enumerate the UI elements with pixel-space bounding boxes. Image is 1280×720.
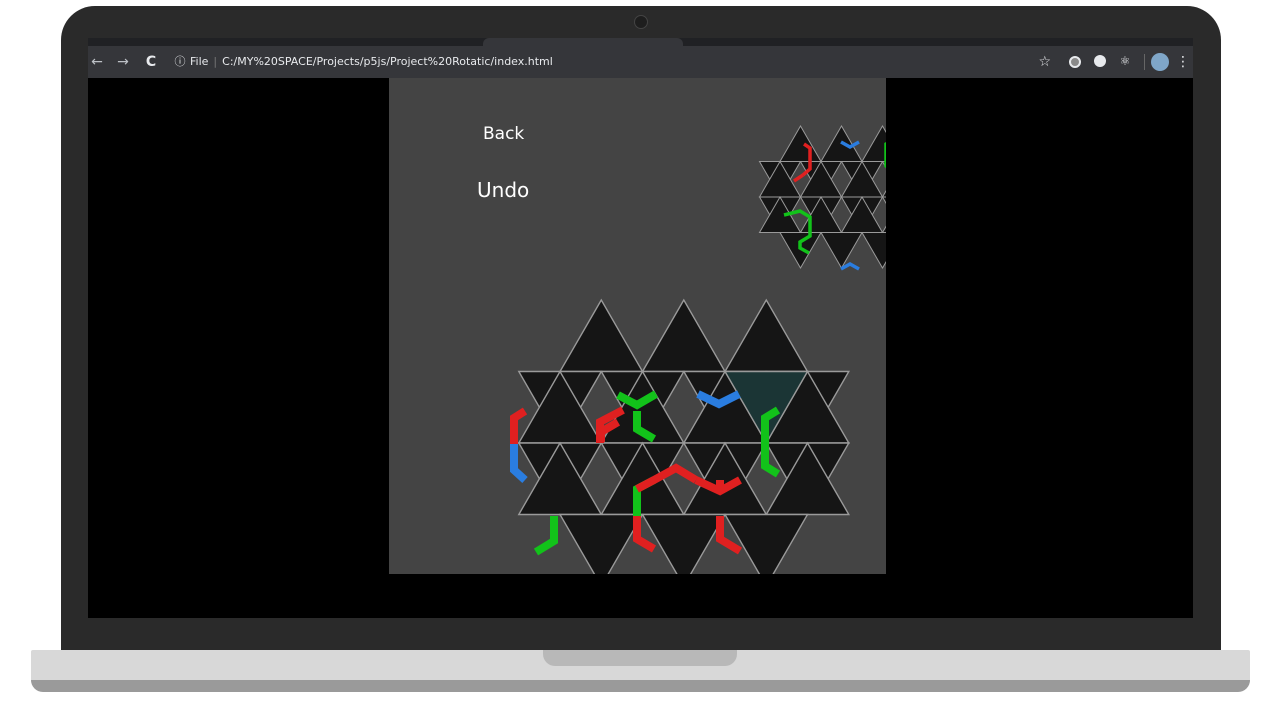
main-puzzle[interactable]	[510, 298, 851, 575]
extension-icon[interactable]	[1069, 56, 1081, 68]
scheme-label: File	[190, 55, 209, 68]
toolbar-divider	[1144, 54, 1145, 70]
game-canvas[interactable]: Back Undo	[389, 78, 886, 574]
extension-icon[interactable]	[1094, 55, 1106, 67]
preview-tile	[861, 125, 886, 162]
path-segment	[533, 516, 558, 556]
preview-tile	[861, 232, 886, 269]
url-text[interactable]: C:/MY%20SPACE/Projects/p5js/Project%20Ro…	[222, 55, 553, 68]
tab-strip	[88, 38, 1193, 46]
profile-icon[interactable]	[1151, 53, 1169, 71]
star-icon[interactable]: ☆	[1038, 46, 1051, 78]
game-board[interactable]	[389, 78, 886, 574]
puzzle-tile[interactable]	[558, 513, 644, 575]
forward-arrow-icon[interactable]: →	[114, 46, 132, 78]
laptop-base-edge	[31, 680, 1250, 692]
info-icon[interactable]: ⓘ	[174, 50, 186, 74]
active-tab[interactable]	[483, 38, 683, 46]
address-bar[interactable]: ⓘ File | C:/MY%20SPACE/Projects/p5js/Projec…	[170, 50, 1110, 74]
react-icon[interactable]: ⚛	[1119, 55, 1131, 67]
puzzle-tile[interactable]	[723, 298, 809, 373]
puzzle-tile[interactable]	[641, 513, 727, 575]
puzzle-tile[interactable]	[558, 298, 644, 373]
puzzle-tile[interactable]	[723, 513, 809, 575]
path-segment	[793, 173, 804, 183]
reload-icon[interactable]: C	[142, 46, 160, 78]
back-arrow-icon[interactable]: ←	[88, 46, 106, 78]
browser-toolbar: ← → C ⓘ File | C:/MY%20SPACE/Projects/p5js/…	[88, 46, 1193, 78]
address-separator: |	[213, 55, 218, 68]
preview-tile	[820, 232, 863, 269]
preview-tile	[779, 125, 822, 162]
laptop-screen: ← → C ⓘ File | C:/MY%20SPACE/Projects/p5js/…	[88, 38, 1193, 618]
webcam-icon	[634, 15, 648, 29]
puzzle-tile[interactable]	[641, 298, 727, 373]
laptop-hinge-notch	[543, 650, 737, 666]
menu-icon[interactable]: ⋮	[1176, 46, 1190, 78]
target-preview	[758, 125, 886, 271]
